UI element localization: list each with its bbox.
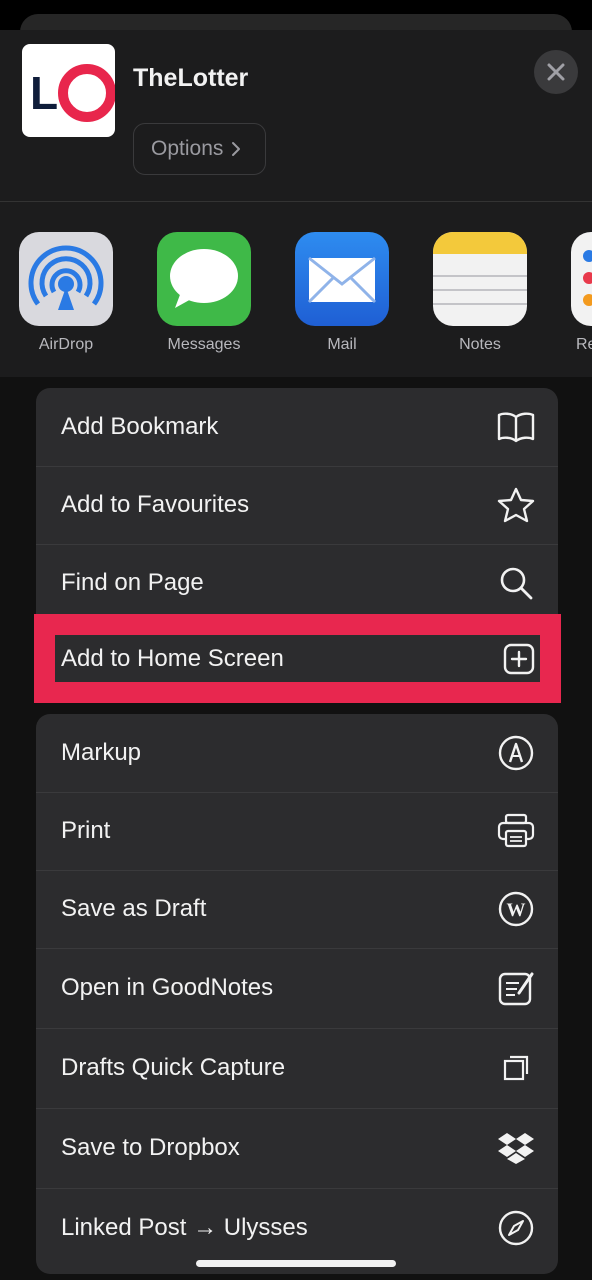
markup-icon — [496, 733, 536, 773]
share-apps-row: AirDrop Messages Mail Notes R — [0, 202, 592, 377]
action-add-favourites[interactable]: Add to Favourites — [36, 466, 558, 544]
action-label: Add Bookmark — [61, 413, 219, 440]
dropbox-icon — [496, 1128, 536, 1168]
action-print[interactable]: Print — [36, 792, 558, 870]
app-logo: L — [22, 44, 115, 137]
notes-icon — [433, 232, 527, 326]
action-save-as-draft[interactable]: Save as Draft W — [36, 870, 558, 948]
action-drafts-quick-capture[interactable]: Drafts Quick Capture — [36, 1028, 558, 1108]
search-icon — [496, 563, 536, 603]
svg-text:W: W — [507, 900, 526, 921]
drafts-icon — [496, 1048, 536, 1088]
action-linked-post-ulysses[interactable]: Linked Post → Ulysses — [36, 1188, 558, 1268]
plus-square-icon — [502, 642, 536, 676]
share-app-label: Messages — [167, 336, 241, 353]
options-label: Options — [151, 137, 224, 160]
reminders-icon — [571, 232, 592, 326]
goodnotes-icon — [496, 968, 536, 1008]
book-icon — [496, 407, 536, 447]
highlight-frame: Add to Home Screen — [34, 614, 561, 703]
action-markup[interactable]: Markup — [36, 714, 558, 792]
share-app-reminders[interactable]: Re — [570, 232, 592, 354]
star-icon — [496, 485, 536, 525]
compass-icon — [496, 1208, 536, 1248]
chevron-right-icon — [231, 141, 241, 157]
messages-icon — [157, 232, 251, 326]
action-label: Add to Home Screen — [61, 644, 284, 672]
action-label: Open in GoodNotes — [61, 974, 274, 1001]
close-icon — [547, 63, 565, 81]
share-app-airdrop[interactable]: AirDrop — [18, 232, 114, 354]
wordpress-icon: W — [496, 889, 536, 929]
action-add-to-home-screen[interactable]: Add to Home Screen — [55, 635, 540, 682]
share-app-label: AirDrop — [38, 336, 94, 353]
share-app-notes[interactable]: Notes — [432, 232, 528, 354]
airdrop-icon — [19, 232, 113, 326]
share-app-label: Re — [576, 336, 592, 353]
share-app-messages[interactable]: Messages — [156, 232, 252, 354]
mail-icon — [295, 232, 389, 326]
action-label: Linked Post → Ulysses — [61, 1214, 308, 1241]
action-label: Find on Page — [61, 569, 204, 596]
app-title: TheLotter — [133, 64, 249, 92]
action-save-to-dropbox[interactable]: Save to Dropbox — [36, 1108, 558, 1188]
share-app-label: Mail — [327, 336, 357, 353]
action-label: Print — [61, 817, 111, 844]
action-label: Save as Draft — [61, 895, 207, 922]
share-app-label: Notes — [459, 336, 501, 353]
home-indicator[interactable] — [196, 1260, 396, 1267]
action-find-on-page[interactable]: Find on Page — [36, 544, 558, 622]
share-app-mail[interactable]: Mail — [294, 232, 390, 354]
action-label: Markup — [61, 739, 142, 766]
close-button[interactable] — [534, 50, 578, 94]
action-open-in-goodnotes[interactable]: Open in GoodNotes — [36, 948, 558, 1028]
printer-icon — [496, 811, 536, 851]
action-label: Drafts Quick Capture — [61, 1054, 286, 1081]
action-label: Save to Dropbox — [61, 1134, 240, 1161]
action-label: Add to Favourites — [61, 491, 250, 518]
options-button[interactable]: Options — [133, 123, 266, 175]
actions-group-2: Markup Print Save as Draft W Open in Goo… — [36, 714, 558, 1274]
action-add-bookmark[interactable]: Add Bookmark — [36, 388, 558, 466]
